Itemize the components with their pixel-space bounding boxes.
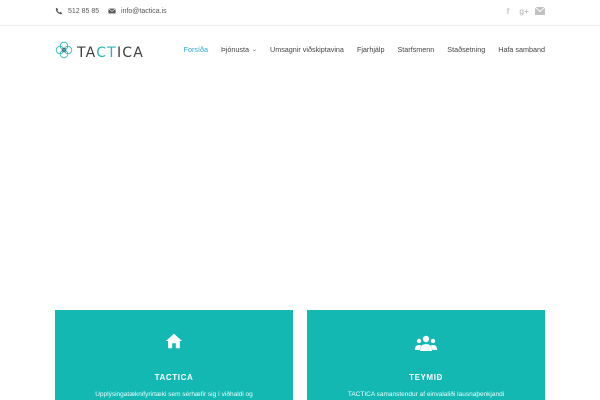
users-icon <box>307 332 545 356</box>
logo-text: TACTICA <box>77 45 144 61</box>
flower-logo-icon <box>55 41 73 64</box>
phone-icon <box>55 7 63 15</box>
logo-text-accent: CT <box>96 44 117 61</box>
main-nav: Forsíða Þjónusta ⌄ Umsagnir viðskiptavin… <box>171 45 545 54</box>
logo-text-suffix: ICA <box>116 44 145 61</box>
nav-item-stadsetning[interactable]: Staðsetning <box>447 45 485 54</box>
chevron-down-icon: ⌄ <box>252 47 258 53</box>
social-links: f g+ <box>503 6 545 16</box>
feature-card-tactica[interactable]: TACTICA Upplýsingatæknifyrirtæki sem sér… <box>55 310 293 400</box>
nav-item-starfsmenn[interactable]: Starfsmenn <box>398 45 435 54</box>
card-text: Upplýsingatæknifyrirtæki sem sérhæfir si… <box>95 391 253 398</box>
top-bar: 512 85 85 info@tactica.is f g+ <box>0 0 600 26</box>
envelope-icon <box>108 7 116 15</box>
nav-item-label: Þjónusta <box>221 45 249 54</box>
email-address: info@tactica.is <box>121 7 167 15</box>
facebook-icon[interactable]: f <box>503 6 513 16</box>
card-title: TACTICA <box>154 373 194 382</box>
nav-item-umsagnir[interactable]: Umsagnir viðskiptavina <box>270 45 344 54</box>
card-text: TACTICA samanstendur af einvalaliði laus… <box>347 391 505 398</box>
nav-item-forsida[interactable]: Forsíða <box>184 45 208 54</box>
envelope-icon[interactable] <box>535 6 545 16</box>
home-icon <box>55 332 293 350</box>
main-header: TACTICA Forsíða Þjónusta ⌄ Umsagnir viðs… <box>0 27 600 73</box>
card-title: TEYMIÐ <box>409 373 443 382</box>
logo-text-prefix: TA <box>77 44 97 61</box>
hero-area <box>0 73 600 310</box>
nav-item-hafa-samband[interactable]: Hafa samband <box>498 45 545 54</box>
tactica-logo[interactable]: TACTICA <box>55 41 144 64</box>
phone-number: 512 85 85 <box>68 7 100 15</box>
nav-item-thjonusta[interactable]: Þjónusta ⌄ <box>221 45 257 54</box>
nav-item-fjarhjalp[interactable]: Fjarhjálp <box>357 45 385 54</box>
phone-contact[interactable]: 512 85 85 <box>55 7 99 15</box>
google-plus-icon[interactable]: g+ <box>519 6 529 16</box>
email-contact[interactable]: info@tactica.is <box>108 7 167 15</box>
feature-card-teymid[interactable]: TEYMIÐ TACTICA samanstendur af einvalali… <box>307 310 545 400</box>
